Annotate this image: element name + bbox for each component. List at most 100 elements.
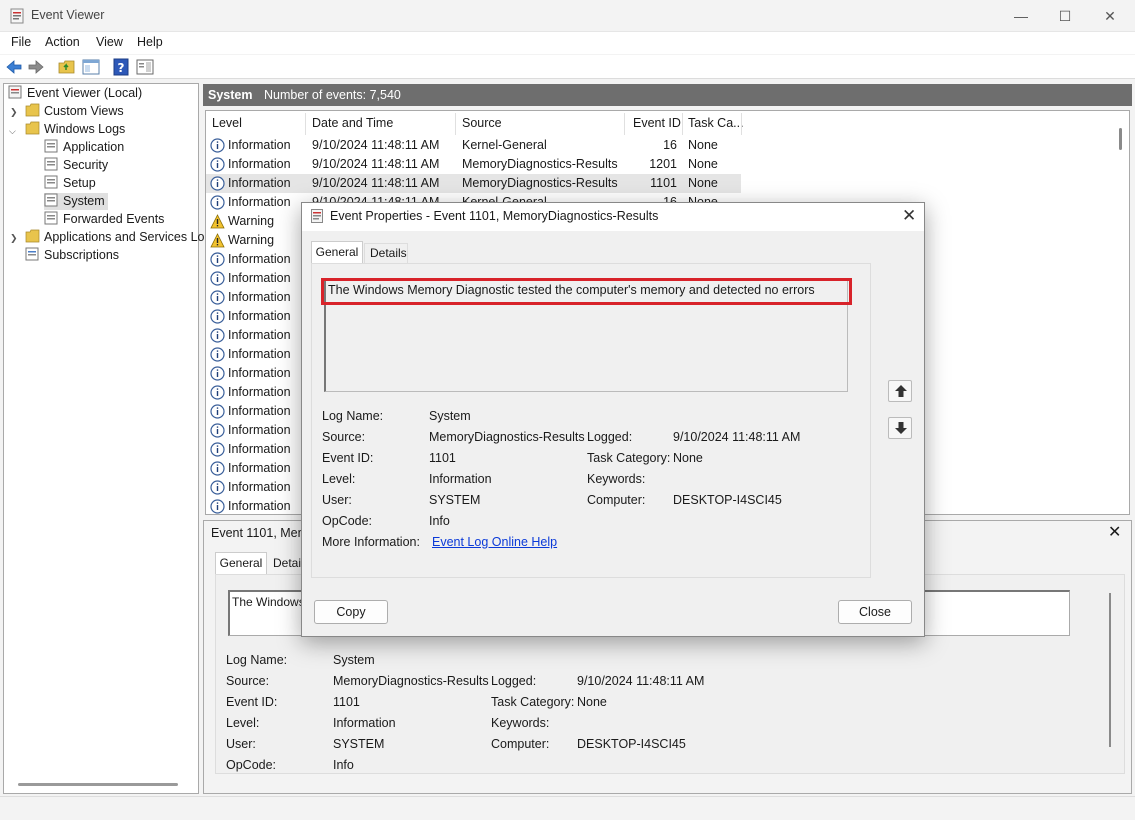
tree-item-label: Forwarded Events	[63, 212, 164, 226]
table-row[interactable]: Information9/10/2024 11:48:11 AMMemoryDi…	[206, 155, 741, 174]
title-bar	[0, 0, 1135, 32]
warning-icon	[210, 214, 225, 229]
dialog-title: Event Properties - Event 1101, MemoryDia…	[330, 209, 658, 223]
detail-vertical-scrollbar[interactable]	[1109, 593, 1111, 747]
column-separator[interactable]	[741, 113, 742, 135]
copy-button[interactable]: Copy	[314, 600, 388, 624]
tree-windows-logs[interactable]: Windows Logs	[25, 121, 125, 138]
dialog-close-icon[interactable]: ✕	[902, 206, 916, 226]
tree-subscriptions[interactable]: Subscriptions	[25, 247, 119, 264]
close-button[interactable]: Close	[838, 600, 912, 624]
help-icon[interactable]: ?	[112, 58, 130, 76]
folder-icon	[25, 103, 40, 117]
detail-tab-general[interactable]: General	[215, 552, 267, 574]
detail-source-label: Source:	[226, 674, 269, 688]
chevron-down-icon[interactable]: ⌵	[9, 126, 16, 137]
information-icon	[210, 157, 225, 172]
arrow-down-icon	[894, 421, 908, 435]
detail-close-button[interactable]: ✕	[1108, 522, 1121, 542]
column-header-source[interactable]: Source	[462, 116, 502, 130]
information-icon	[210, 309, 225, 324]
show-hide-tree-icon[interactable]	[82, 58, 100, 76]
tree-apps-services[interactable]: Applications and Services Lo	[25, 229, 205, 246]
menu-file[interactable]: File	[11, 35, 31, 49]
event-date: 9/10/2024 11:48:11 AM	[312, 136, 439, 155]
tree-item-forwarded-events[interactable]: Forwarded Events	[44, 211, 164, 228]
dialog-level: Information	[429, 472, 492, 486]
dialog-event-id-label: Event ID:	[322, 451, 373, 465]
event-source: MemoryDiagnostics-Results	[462, 174, 618, 193]
tree-item-label: Application	[63, 140, 124, 154]
previous-event-button[interactable]	[888, 380, 912, 402]
detail-level-label: Level:	[226, 716, 259, 730]
tree-horizontal-scrollbar[interactable]	[18, 783, 178, 786]
tree-root-label: Event Viewer (Local)	[27, 86, 142, 100]
detail-logged-label: Logged:	[491, 674, 536, 688]
detail-pane-title: Event 1101, Mem	[211, 526, 308, 540]
dialog-tab-details[interactable]: Details	[364, 243, 408, 263]
close-window-button[interactable]: ✕	[1087, 0, 1133, 32]
event-task-category: None	[688, 174, 718, 193]
folder-up-icon[interactable]	[58, 58, 76, 76]
dialog-log-name: System	[429, 409, 471, 423]
tree-root[interactable]: Event Viewer (Local)	[8, 85, 142, 102]
event-level: Information	[228, 459, 291, 478]
tree-custom-views[interactable]: Custom Views	[25, 103, 124, 120]
dialog-user: SYSTEM	[429, 493, 480, 507]
event-level: Warning	[228, 231, 274, 250]
dialog-opcode-label: OpCode:	[322, 514, 372, 528]
dialog-user-label: User:	[322, 493, 352, 507]
action-pane-icon[interactable]	[136, 58, 154, 76]
events-vertical-scrollbar[interactable]	[1119, 128, 1122, 150]
menu-view[interactable]: View	[96, 35, 123, 49]
information-icon	[210, 290, 225, 305]
detail-level: Information	[333, 716, 396, 730]
dialog-more-info-label: More Information:	[322, 535, 420, 549]
column-header-task-category[interactable]: Task Ca...	[688, 116, 744, 130]
dialog-tab-general[interactable]: General	[311, 241, 363, 263]
dialog-logged-label: Logged:	[587, 430, 632, 444]
tree-item-system[interactable]: System	[44, 193, 108, 210]
information-icon	[210, 328, 225, 343]
folder-icon	[25, 229, 40, 243]
information-icon	[210, 252, 225, 267]
event-level: Information	[228, 383, 291, 402]
maximize-button[interactable]: ☐	[1042, 0, 1088, 32]
information-icon	[210, 480, 225, 495]
column-header-date[interactable]: Date and Time	[312, 116, 393, 130]
column-separator[interactable]	[455, 113, 456, 135]
next-event-button[interactable]	[888, 417, 912, 439]
minimize-button[interactable]: —	[998, 0, 1044, 32]
table-row[interactable]: Information9/10/2024 11:48:11 AMMemoryDi…	[206, 174, 741, 193]
toolbar	[0, 55, 1135, 79]
detail-computer: DESKTOP-I4SCI45	[577, 737, 686, 751]
menu-help[interactable]: Help	[137, 35, 163, 49]
tree-item-security[interactable]: Security	[44, 157, 108, 174]
dialog-task-label: Task Category:	[587, 451, 670, 465]
detail-opcode: Info	[333, 758, 354, 772]
column-separator[interactable]	[624, 113, 625, 135]
event-level: Information	[228, 402, 291, 421]
forward-arrow-icon[interactable]	[27, 58, 45, 76]
back-arrow-icon[interactable]	[5, 58, 23, 76]
status-bar	[0, 796, 1135, 820]
event-date: 9/10/2024 11:48:11 AM	[312, 174, 439, 193]
column-header-event-id[interactable]: Event ID	[633, 116, 681, 130]
log-icon	[44, 157, 59, 171]
column-header-level[interactable]: Level	[212, 116, 242, 130]
event-level: Information	[228, 155, 291, 174]
dialog-computer-label: Computer:	[587, 493, 645, 507]
menu-action[interactable]: Action	[45, 35, 80, 49]
table-row[interactable]: Information9/10/2024 11:48:11 AMKernel-G…	[206, 136, 741, 155]
chevron-right-icon[interactable]: ❯	[10, 233, 18, 244]
log-icon	[44, 175, 59, 189]
column-separator[interactable]	[305, 113, 306, 135]
tree-item-application[interactable]: Application	[44, 139, 124, 156]
column-separator[interactable]	[682, 113, 683, 135]
tree-item-setup[interactable]: Setup	[44, 175, 96, 192]
information-icon	[210, 271, 225, 286]
tree-item-label: System	[63, 194, 105, 208]
event-log-help-link[interactable]: Event Log Online Help	[432, 535, 557, 549]
chevron-right-icon[interactable]: ❯	[10, 107, 18, 118]
computer-log-icon	[8, 85, 23, 99]
